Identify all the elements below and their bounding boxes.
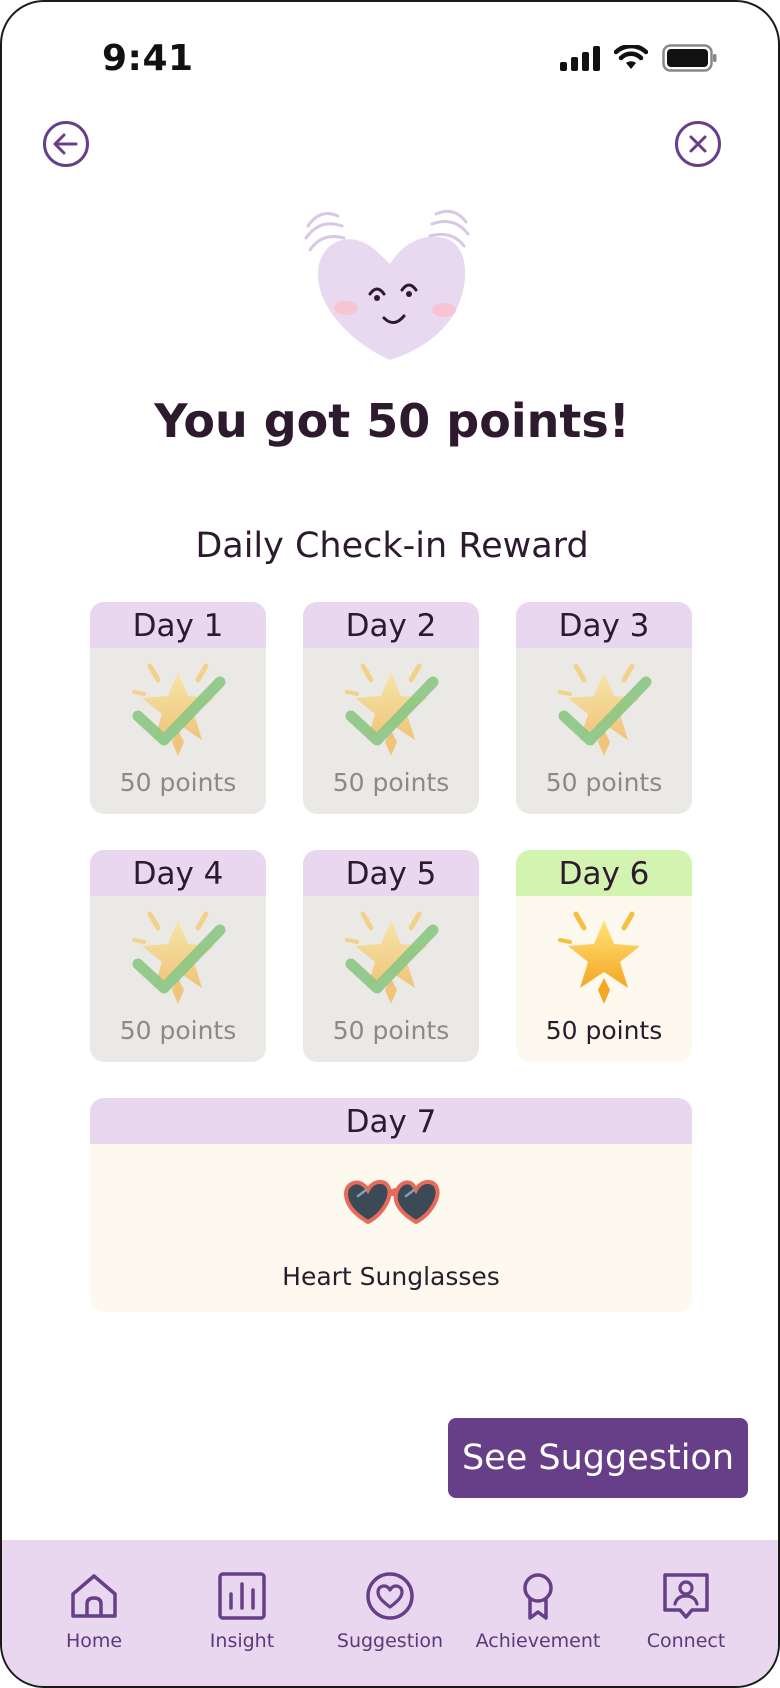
user-chat-icon: [663, 1573, 709, 1619]
day-points: 50 points: [119, 1016, 237, 1045]
status-icons: [560, 44, 718, 72]
tab-connect[interactable]: Connect: [612, 1570, 760, 1670]
day-points: 50 points: [332, 1016, 450, 1045]
tab-suggestion[interactable]: Suggestion: [316, 1570, 464, 1670]
day-points: 50 points: [545, 1016, 663, 1045]
checkmark-icon: [132, 672, 228, 750]
day-card-7: Day 7 Heart Sunglasses: [90, 1098, 692, 1312]
home-icon: [71, 1574, 117, 1618]
award-icon: [523, 1573, 553, 1620]
day-points: 50 points: [332, 768, 450, 797]
day-points: 50 points: [119, 768, 237, 797]
checkmark-icon: [132, 920, 228, 998]
bar-chart-icon: [218, 1572, 266, 1620]
see-suggestion-button[interactable]: See Suggestion: [448, 1418, 748, 1498]
heart-circle-icon: [366, 1572, 414, 1620]
close-icon[interactable]: [674, 120, 722, 168]
heart-sunglasses-icon: [344, 1179, 440, 1225]
day-card-6: Day 6 50 points: [516, 850, 692, 1062]
wifi-icon: [614, 45, 648, 69]
tab-insight[interactable]: Insight: [168, 1570, 316, 1670]
battery-icon: [662, 44, 717, 72]
day-card-1: Day 1 50 points: [90, 602, 266, 814]
tab-label: Home: [65, 1630, 123, 1652]
day-label: Day 6: [516, 850, 692, 896]
bottom-tab-bar: Home Insight Suggestion Achievement Conn…: [2, 1540, 778, 1686]
star-icon: [556, 910, 652, 1006]
heart-mascot-icon: [304, 209, 470, 360]
tab-home[interactable]: Home: [20, 1570, 168, 1670]
day-label: Day 4: [90, 850, 266, 896]
checkmark-icon: [558, 672, 654, 750]
day-label: Day 7: [90, 1098, 692, 1144]
day-label: Day 5: [303, 850, 479, 896]
day-card-4: Day 4 50 points: [90, 850, 266, 1062]
day7-reward-label: Heart Sunglasses: [282, 1262, 500, 1291]
points-headline: You got 50 points!: [154, 394, 630, 448]
tab-achievement[interactable]: Achievement: [464, 1570, 612, 1670]
day-points: 50 points: [545, 768, 663, 797]
checkmark-icon: [345, 920, 441, 998]
checkmark-icon: [345, 672, 441, 750]
day-card-3: Day 3 50 points: [516, 602, 692, 814]
back-arrow-icon[interactable]: [42, 120, 90, 168]
day-label: Day 3: [516, 602, 692, 648]
phone-frame: 9:41 You got 50 points! Daily Check-in R…: [0, 0, 780, 1688]
tab-label: Insight: [209, 1630, 275, 1652]
section-title: Daily Check-in Reward: [195, 526, 589, 566]
day-label: Day 2: [303, 602, 479, 648]
tab-label: Achievement: [475, 1630, 601, 1652]
day-card-5: Day 5 50 points: [303, 850, 479, 1062]
status-time: 9:41: [102, 38, 194, 79]
day-card-2: Day 2 50 points: [303, 602, 479, 814]
day-label: Day 1: [90, 602, 266, 648]
cellular-signal-icon: [560, 45, 600, 71]
tab-label: Suggestion: [336, 1630, 444, 1652]
tab-label: Connect: [646, 1630, 726, 1652]
